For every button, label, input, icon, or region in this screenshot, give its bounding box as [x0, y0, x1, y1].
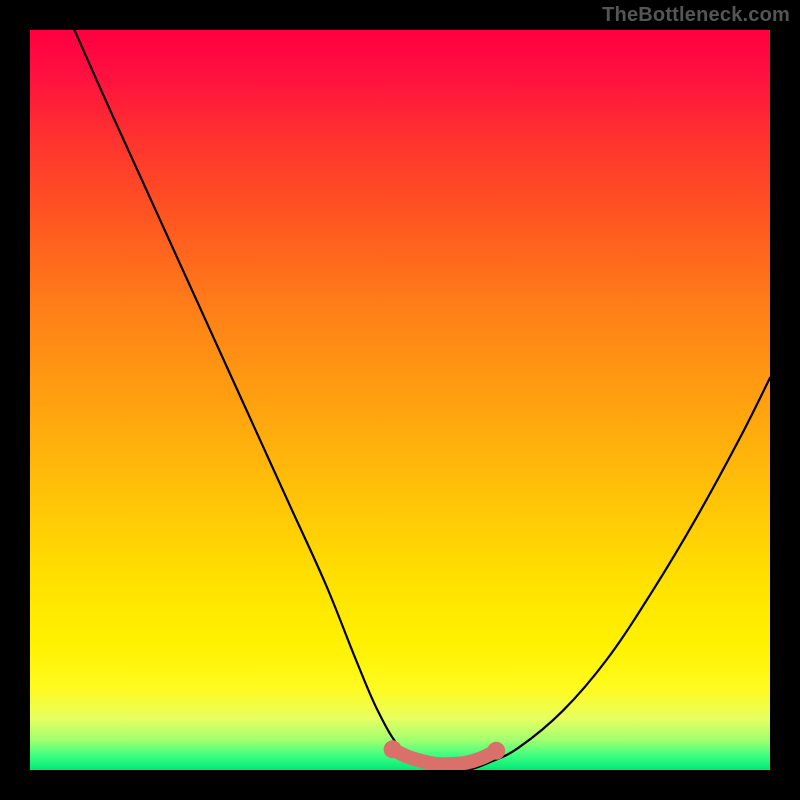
chart-frame: TheBottleneck.com: [0, 0, 800, 800]
bottleneck-curve-path: [74, 30, 770, 770]
highlight-band-path: [393, 749, 497, 764]
watermark-text: TheBottleneck.com: [602, 4, 790, 27]
plot-area: [30, 30, 770, 770]
highlight-end-dot: [487, 742, 505, 760]
curve-layer: [30, 30, 770, 770]
highlight-end-dot: [384, 740, 402, 758]
